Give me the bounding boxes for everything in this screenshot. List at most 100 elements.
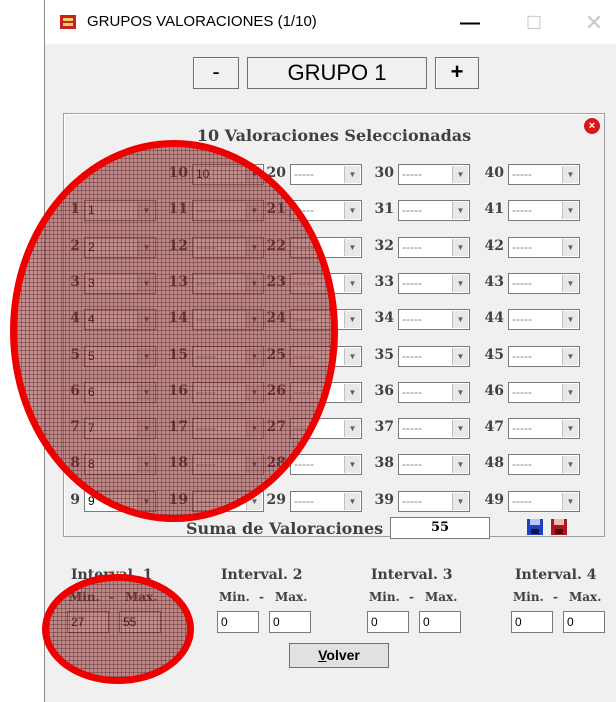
interval-min-input[interactable]: 0 [367,611,409,633]
chevron-down-icon[interactable]: ▼ [344,420,360,438]
valoracion-combo[interactable]: ----- ▼ [398,418,470,440]
chevron-down-icon[interactable]: ▼ [452,456,468,474]
valoracion-combo[interactable]: ----- ▼ [290,490,362,512]
close-button[interactable]: ✕ [571,8,616,38]
combo-value: ----- [512,421,532,436]
annotation-ellipse-small [42,574,194,684]
chevron-down-icon[interactable]: ▼ [344,202,360,220]
chevron-down-icon[interactable]: ▼ [452,166,468,183]
chevron-down-icon[interactable]: ▼ [344,492,360,510]
interval-label: Interval. 4 [515,567,597,583]
combo-value: ----- [402,384,422,399]
chevron-down-icon[interactable]: ▼ [452,347,468,365]
valoracion-combo[interactable]: ----- ▼ [290,164,362,185]
chevron-down-icon[interactable]: ▼ [452,202,468,220]
maximize-button[interactable]: ☐ [511,8,557,38]
valoracion-number: 43 [484,273,504,290]
range-separator: - [259,590,264,604]
chevron-down-icon[interactable]: ▼ [344,347,360,365]
max-label: Max. [425,590,458,604]
combo-value: ----- [402,203,422,218]
interval-min-input[interactable]: 0 [217,611,259,633]
combo-value: ----- [402,167,422,181]
chevron-down-icon[interactable]: ▼ [344,166,360,183]
valoracion-combo[interactable]: ----- ▼ [398,164,470,185]
combo-value: ----- [402,312,422,327]
min-label: Min. [219,590,250,604]
chevron-down-icon[interactable]: ▼ [452,238,468,256]
valoracion-combo[interactable]: ----- ▼ [508,381,580,403]
chevron-down-icon[interactable]: ▼ [562,202,578,220]
valoracion-combo[interactable]: ----- ▼ [508,200,580,222]
chevron-down-icon[interactable]: ▼ [562,383,578,401]
range-separator: - [409,590,414,604]
combo-value: ----- [402,457,422,472]
window-title: GRUPOS VALORACIONES (1/10) [87,13,317,30]
valoracion-combo[interactable]: ----- ▼ [398,236,470,258]
blue-floppy-icon[interactable] [526,518,544,536]
valoracion-combo[interactable]: ----- ▼ [398,345,470,367]
chevron-down-icon[interactable]: ▼ [344,456,360,474]
valoracion-number: 46 [484,382,504,399]
valoracion-number: 30 [374,165,394,181]
chevron-down-icon[interactable]: ▼ [562,166,578,183]
valoracion-combo[interactable]: ----- ▼ [508,236,580,258]
combo-value: ----- [294,167,314,181]
valoracion-combo[interactable]: ----- ▼ [508,164,580,185]
volver-label: olver [326,647,360,663]
chevron-down-icon[interactable]: ▼ [562,456,578,474]
red-floppy-icon[interactable] [550,518,568,536]
valoracion-number: 49 [484,491,504,508]
combo-value: ----- [402,493,422,508]
interval-max-input[interactable]: 0 [269,611,311,633]
max-label: Max. [569,590,602,604]
chevron-down-icon[interactable]: ▼ [562,274,578,292]
valoracion-combo[interactable]: ----- ▼ [508,490,580,512]
combo-value: ----- [512,312,532,327]
valoracion-combo[interactable]: ----- ▼ [398,381,470,403]
interval-max-input[interactable]: 0 [419,611,461,633]
chevron-down-icon[interactable]: ▼ [562,238,578,256]
interval-label: Interval. 2 [221,567,303,583]
valoracion-combo[interactable]: ----- ▼ [290,454,362,476]
chevron-down-icon[interactable]: ▼ [344,274,360,292]
max-label: Max. [275,590,308,604]
sum-value: 55 [390,517,490,539]
valoracion-combo[interactable]: ----- ▼ [508,418,580,440]
chevron-down-icon[interactable]: ▼ [344,383,360,401]
valoracion-combo[interactable]: ----- ▼ [398,200,470,222]
chevron-down-icon[interactable]: ▼ [562,420,578,438]
valoracion-number: 44 [484,310,504,327]
chevron-down-icon[interactable]: ▼ [562,311,578,329]
chevron-down-icon[interactable]: ▼ [344,311,360,329]
close-circle-icon[interactable]: × [584,118,600,134]
chevron-down-icon[interactable]: ▼ [452,383,468,401]
valoracion-combo[interactable]: ----- ▼ [398,272,470,294]
valoracion-combo[interactable]: ----- ▼ [508,272,580,294]
chevron-down-icon[interactable]: ▼ [452,420,468,438]
chevron-down-icon[interactable]: ▼ [344,238,360,256]
chevron-down-icon[interactable]: ▼ [562,492,578,510]
valoracion-combo[interactable]: ----- ▼ [398,309,470,331]
chevron-down-icon[interactable]: ▼ [562,347,578,365]
valoracion-combo[interactable]: ----- ▼ [398,490,470,512]
valoracion-combo[interactable]: ----- ▼ [508,454,580,476]
valoracion-combo[interactable]: ----- ▼ [398,454,470,476]
combo-value: ----- [512,384,532,399]
valoracion-number: 42 [484,237,504,254]
previous-group-button[interactable]: - [193,57,239,89]
valoracion-combo[interactable]: ----- ▼ [508,309,580,331]
valoracion-number: 45 [484,346,504,363]
interval-min-input[interactable]: 0 [511,611,553,633]
sum-label: Suma de Valoraciones : [186,519,395,538]
next-group-button[interactable]: + [435,57,479,89]
combo-value: ----- [512,348,532,363]
interval-max-input[interactable]: 0 [563,611,605,633]
chevron-down-icon[interactable]: ▼ [452,274,468,292]
valoracion-number: 48 [484,455,504,472]
minimize-button[interactable]: — [447,8,493,38]
chevron-down-icon[interactable]: ▼ [452,492,468,510]
valoracion-combo[interactable]: ----- ▼ [508,345,580,367]
volver-button[interactable]: Volver [289,643,389,668]
chevron-down-icon[interactable]: ▼ [452,311,468,329]
